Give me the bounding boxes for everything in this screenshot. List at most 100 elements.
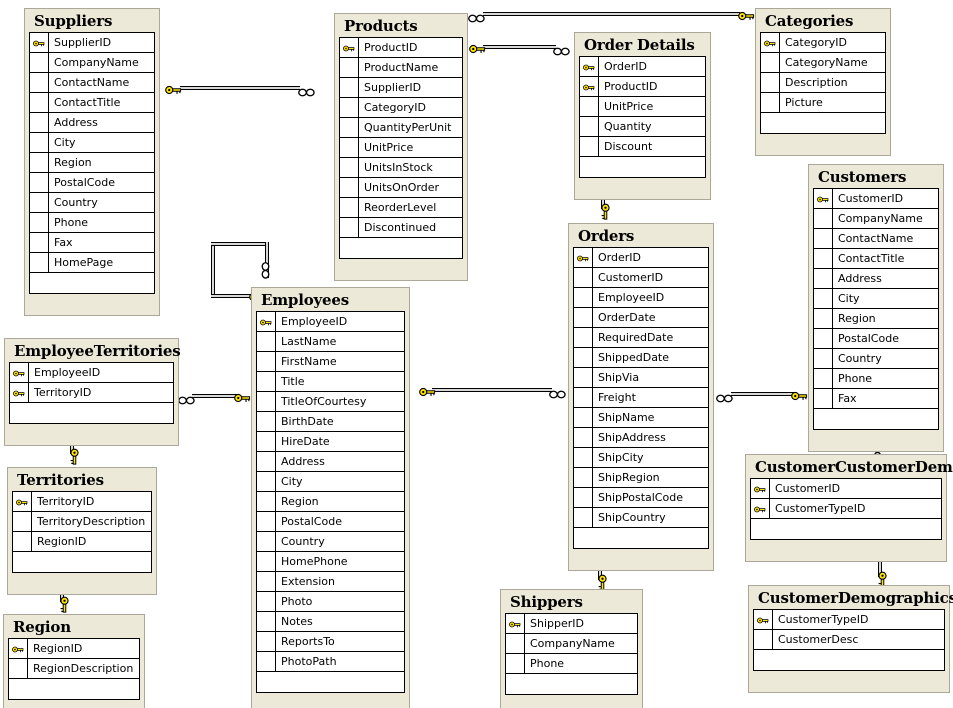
column-row[interactable]: CategoryID: [761, 33, 885, 53]
column-row[interactable]: Quantity: [580, 117, 705, 137]
column-row[interactable]: CustomerTypeID: [751, 499, 941, 519]
column-row[interactable]: Discount: [580, 137, 705, 157]
column-row[interactable]: TerritoryDescription: [13, 512, 151, 532]
empty-column-row[interactable]: [761, 113, 885, 134]
table-categories[interactable]: Categories CategoryID CategoryName Descript…: [755, 8, 891, 156]
column-row[interactable]: ReorderLevel: [340, 198, 462, 218]
column-row[interactable]: Address: [257, 452, 404, 472]
empty-column-row[interactable]: [580, 157, 705, 178]
column-row[interactable]: EmployeeID: [257, 312, 404, 332]
column-row[interactable]: Title: [257, 372, 404, 392]
connector-suppliers-products[interactable]: [180, 86, 300, 90]
column-row[interactable]: Address: [30, 113, 154, 133]
table-employees[interactable]: Employees EmployeeID LastName FirstName Titl…: [251, 287, 410, 708]
column-row[interactable]: ProductID: [340, 38, 462, 58]
column-row[interactable]: Phone: [506, 654, 637, 674]
column-row[interactable]: UnitPrice: [580, 97, 705, 117]
empty-column-row[interactable]: [257, 672, 404, 693]
column-row[interactable]: CategoryID: [340, 98, 462, 118]
column-row[interactable]: Fax: [30, 233, 154, 253]
empty-column-row[interactable]: [13, 552, 151, 573]
column-row[interactable]: ReportsTo: [257, 632, 404, 652]
column-row[interactable]: TerritoryID: [10, 383, 173, 403]
table-region[interactable]: Region RegionID RegionDescription: [3, 614, 145, 708]
column-row[interactable]: BirthDate: [257, 412, 404, 432]
column-row[interactable]: Region: [814, 309, 938, 329]
column-row[interactable]: FirstName: [257, 352, 404, 372]
column-row[interactable]: SupplierID: [340, 78, 462, 98]
empty-column-row[interactable]: [340, 238, 462, 259]
connector-employees-self-top[interactable]: [211, 242, 265, 246]
column-row[interactable]: ProductName: [340, 58, 462, 78]
column-row[interactable]: ContactTitle: [814, 249, 938, 269]
column-row[interactable]: ProductID: [580, 77, 705, 97]
column-row[interactable]: Photo: [257, 592, 404, 612]
column-row[interactable]: RegionDescription: [9, 659, 139, 679]
column-row[interactable]: ContactName: [30, 73, 154, 93]
column-row[interactable]: City: [257, 472, 404, 492]
table-customer-demographics[interactable]: CustomerDemographics CustomerTypeID Custom…: [748, 585, 953, 693]
column-row[interactable]: OrderID: [574, 248, 708, 268]
column-row[interactable]: CategoryName: [761, 53, 885, 73]
column-row[interactable]: PostalCode: [814, 329, 938, 349]
column-row[interactable]: Phone: [814, 369, 938, 389]
column-row[interactable]: HomePage: [30, 253, 154, 273]
table-customer-customer-demo[interactable]: CustomerCustomerDemo CustomerID CustomerTy…: [745, 454, 953, 562]
column-row[interactable]: Description: [761, 73, 885, 93]
column-row[interactable]: OrderID: [580, 57, 705, 77]
column-row[interactable]: TitleOfCourtesy: [257, 392, 404, 412]
column-row[interactable]: PostalCode: [257, 512, 404, 532]
connector-employees-empterr[interactable]: [192, 394, 238, 398]
column-row[interactable]: EmployeeID: [574, 288, 708, 308]
column-row[interactable]: ShippedDate: [574, 348, 708, 368]
connector-customers-orders[interactable]: [731, 392, 794, 396]
column-row[interactable]: City: [30, 133, 154, 153]
column-row[interactable]: UnitPrice: [340, 138, 462, 158]
column-row[interactable]: ShipName: [574, 408, 708, 428]
column-row[interactable]: HireDate: [257, 432, 404, 452]
column-row[interactable]: PostalCode: [30, 173, 154, 193]
column-row[interactable]: ContactTitle: [30, 93, 154, 113]
column-row[interactable]: Notes: [257, 612, 404, 632]
column-row[interactable]: ShipAddress: [574, 428, 708, 448]
column-row[interactable]: CompanyName: [30, 53, 154, 73]
connector-employees-self-left[interactable]: [211, 242, 215, 294]
column-row[interactable]: City: [814, 289, 938, 309]
column-row[interactable]: Phone: [30, 213, 154, 233]
empty-column-row[interactable]: [814, 409, 938, 430]
column-row[interactable]: CompanyName: [506, 634, 637, 654]
column-row[interactable]: Country: [30, 193, 154, 213]
connector-products-orderdetails[interactable]: [483, 45, 556, 49]
column-row[interactable]: UnitsOnOrder: [340, 178, 462, 198]
column-row[interactable]: CustomerDesc: [754, 630, 944, 650]
column-row[interactable]: ShipCity: [574, 448, 708, 468]
column-row[interactable]: Region: [257, 492, 404, 512]
column-row[interactable]: EmployeeID: [10, 363, 173, 383]
empty-column-row[interactable]: [30, 273, 154, 294]
column-row[interactable]: OrderDate: [574, 308, 708, 328]
column-row[interactable]: CustomerTypeID: [754, 610, 944, 630]
table-orders[interactable]: Orders OrderID CustomerID EmployeeID OrderDa…: [568, 223, 714, 571]
column-row[interactable]: Fax: [814, 389, 938, 409]
column-row[interactable]: Region: [30, 153, 154, 173]
column-row[interactable]: Extension: [257, 572, 404, 592]
table-customers[interactable]: Customers CustomerID CompanyName ContactNam…: [808, 164, 944, 452]
empty-column-row[interactable]: [751, 519, 941, 540]
column-row[interactable]: Freight: [574, 388, 708, 408]
column-row[interactable]: ShipperID: [506, 614, 637, 634]
column-row[interactable]: QuantityPerUnit: [340, 118, 462, 138]
column-row[interactable]: Address: [814, 269, 938, 289]
column-row[interactable]: ShipPostalCode: [574, 488, 708, 508]
column-row[interactable]: SupplierID: [30, 33, 154, 53]
table-order-details[interactable]: Order Details OrderID ProductID UnitPrice Qu…: [574, 32, 711, 200]
column-row[interactable]: TerritoryID: [13, 492, 151, 512]
connector-employees-orders[interactable]: [432, 388, 552, 392]
empty-column-row[interactable]: [9, 679, 139, 700]
database-diagram-canvas[interactable]: Suppliers SupplierID CompanyName ContactNam…: [0, 0, 953, 708]
column-row[interactable]: Country: [257, 532, 404, 552]
column-row[interactable]: ContactName: [814, 229, 938, 249]
table-suppliers[interactable]: Suppliers SupplierID CompanyName ContactNam…: [24, 8, 160, 316]
column-row[interactable]: HomePhone: [257, 552, 404, 572]
column-row[interactable]: ShipVia: [574, 368, 708, 388]
column-row[interactable]: Country: [814, 349, 938, 369]
